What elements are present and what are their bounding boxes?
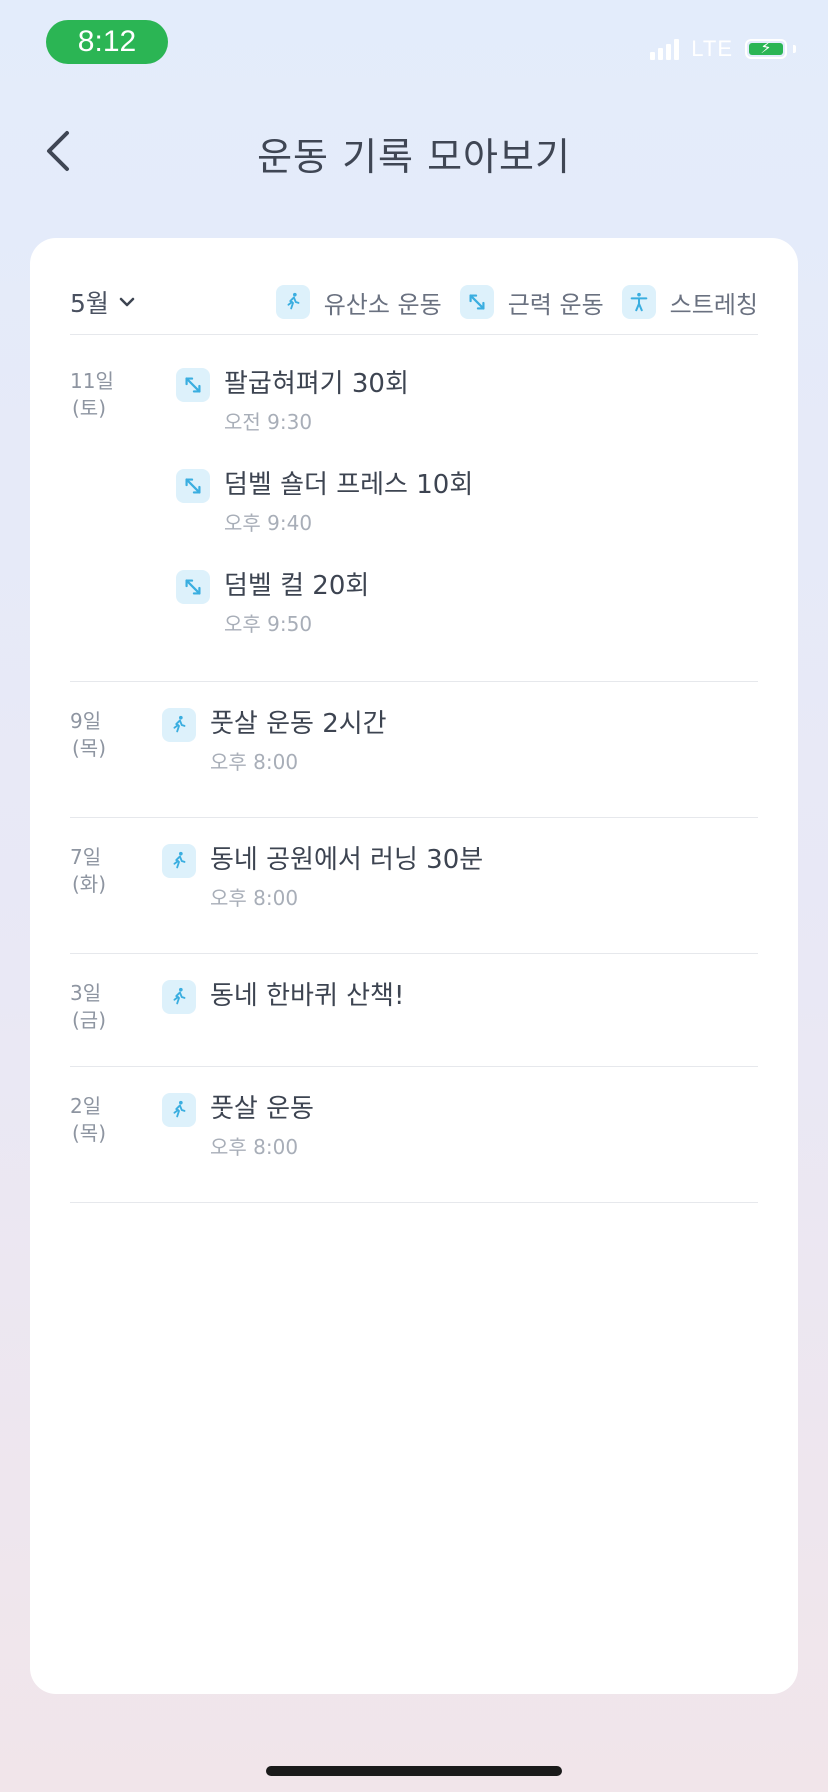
record-time: 오후 8:00 (210, 886, 299, 910)
entry-list: 팔굽혀펴기 30회오전 9:30 덤벨 숄더 프레스 10회오후 9:40 덤벨 컬… (176, 368, 758, 637)
record-item[interactable]: 팔굽혀펴기 30회오전 9:30 (176, 368, 758, 435)
record-item[interactable]: 동네 한바퀴 산책! (162, 980, 758, 1014)
record-name: 동네 한바퀴 산책! (210, 981, 405, 1011)
running-icon (162, 844, 196, 878)
page-title: 운동 기록 모아보기 (257, 135, 571, 179)
day-label: 7일 (70, 845, 102, 869)
entry-list: 동네 공원에서 러닝 30분오후 8:00 (162, 844, 758, 911)
date-label: 7일 (화) (70, 844, 162, 911)
chevron-down-icon (119, 297, 135, 307)
record-text: 동네 한바퀴 산책! (210, 980, 404, 1012)
weekday-label: (토) (72, 396, 107, 420)
record-item[interactable]: 풋살 운동오후 8:00 (162, 1093, 758, 1160)
record-name: 덤벨 컬 20회 (224, 571, 370, 601)
record-group: 9일 (목) 풋살 운동 2시간오후 8:00 (70, 682, 758, 818)
weekday-label: (화) (72, 872, 107, 896)
record-name: 풋살 운동 (210, 1094, 314, 1124)
date-label: 9일 (목) (70, 708, 162, 775)
record-name: 팔굽혀펴기 30회 (224, 369, 409, 399)
record-text: 풋살 운동오후 8:00 (210, 1093, 314, 1160)
record-item[interactable]: 동네 공원에서 러닝 30분오후 8:00 (162, 844, 758, 911)
record-time: 오후 9:40 (224, 511, 313, 535)
record-text: 동네 공원에서 러닝 30분오후 8:00 (210, 844, 483, 911)
stretching-icon (621, 285, 656, 319)
record-text: 풋살 운동 2시간오후 8:00 (210, 708, 387, 775)
record-group: 11일 (토) 팔굽혀펴기 30회오전 9:30 덤벨 숄더 프레스 10회오후 9:… (70, 338, 758, 682)
record-text: 팔굽혀펴기 30회오전 9:30 (224, 368, 409, 435)
strength-arrow-icon (459, 285, 494, 319)
weekday-label: (목) (72, 1121, 107, 1145)
month-label: 5월 (70, 289, 109, 318)
running-icon (162, 1093, 196, 1127)
record-group: 2일 (목) 풋살 운동오후 8:00 (70, 1067, 758, 1203)
status-indicators: LTE ⚡ (650, 36, 796, 62)
status-time: 8:12 (46, 20, 168, 64)
record-group: 3일 (금) 동네 한바퀴 산책! (70, 954, 758, 1067)
strength-arrow-icon (176, 570, 210, 604)
legend-item[interactable]: 유산소 운동 (275, 285, 442, 320)
record-item[interactable]: 풋살 운동 2시간오후 8:00 (162, 708, 758, 775)
record-group: 7일 (화) 동네 공원에서 러닝 30분오후 8:00 (70, 818, 758, 954)
day-label: 2일 (70, 1094, 102, 1118)
day-label: 11일 (70, 369, 114, 393)
record-name: 동네 공원에서 러닝 30분 (210, 845, 484, 875)
records-card: 5월 유산소 운동 근력 운동 스트레칭 11일 (토) 팔굽혀펴기 30회오전 9:3… (30, 238, 798, 1694)
record-time: 오후 8:00 (210, 1135, 299, 1159)
day-label: 9일 (70, 709, 102, 733)
legend-item[interactable]: 근력 운동 (459, 285, 604, 320)
entry-list: 풋살 운동오후 8:00 (162, 1093, 758, 1160)
network-label: LTE (691, 36, 733, 61)
month-dropdown[interactable]: 5월 (70, 284, 135, 320)
record-item[interactable]: 덤벨 컬 20회오후 9:50 (176, 570, 758, 637)
signal-icon (650, 38, 680, 60)
date-label: 2일 (목) (70, 1093, 162, 1160)
legend-label: 유산소 운동 (323, 290, 442, 319)
weekday-label: (목) (72, 736, 107, 760)
record-time: 오후 8:00 (210, 750, 299, 774)
filter-row: 5월 유산소 운동 근력 운동 스트레칭 (70, 276, 758, 335)
home-indicator (266, 1766, 562, 1776)
legend-label: 근력 운동 (507, 290, 604, 319)
weekday-label: (금) (72, 1008, 107, 1032)
record-text: 덤벨 숄더 프레스 10회오후 9:40 (224, 469, 473, 536)
running-icon (162, 980, 196, 1014)
running-icon (275, 285, 310, 319)
record-list: 11일 (토) 팔굽혀펴기 30회오전 9:30 덤벨 숄더 프레스 10회오후 9:… (70, 338, 758, 1203)
strength-arrow-icon (176, 368, 210, 402)
running-icon (162, 708, 196, 742)
record-text: 덤벨 컬 20회오후 9:50 (224, 570, 369, 637)
record-name: 풋살 운동 2시간 (210, 709, 387, 739)
battery-icon: ⚡ (745, 38, 787, 59)
day-label: 3일 (70, 981, 102, 1005)
date-label: 11일 (토) (70, 368, 176, 637)
legend: 유산소 운동 근력 운동 스트레칭 (275, 285, 758, 320)
legend-label: 스트레칭 (669, 290, 758, 319)
record-name: 덤벨 숄더 프레스 10회 (224, 470, 474, 500)
entry-list: 풋살 운동 2시간오후 8:00 (162, 708, 758, 775)
date-label: 3일 (금) (70, 980, 162, 1034)
entry-list: 동네 한바퀴 산책! (162, 980, 758, 1034)
record-time: 오전 9:30 (224, 410, 313, 434)
legend-item[interactable]: 스트레칭 (621, 285, 758, 320)
record-item[interactable]: 덤벨 숄더 프레스 10회오후 9:40 (176, 469, 758, 536)
record-time: 오후 9:50 (224, 612, 313, 636)
strength-arrow-icon (176, 469, 210, 503)
